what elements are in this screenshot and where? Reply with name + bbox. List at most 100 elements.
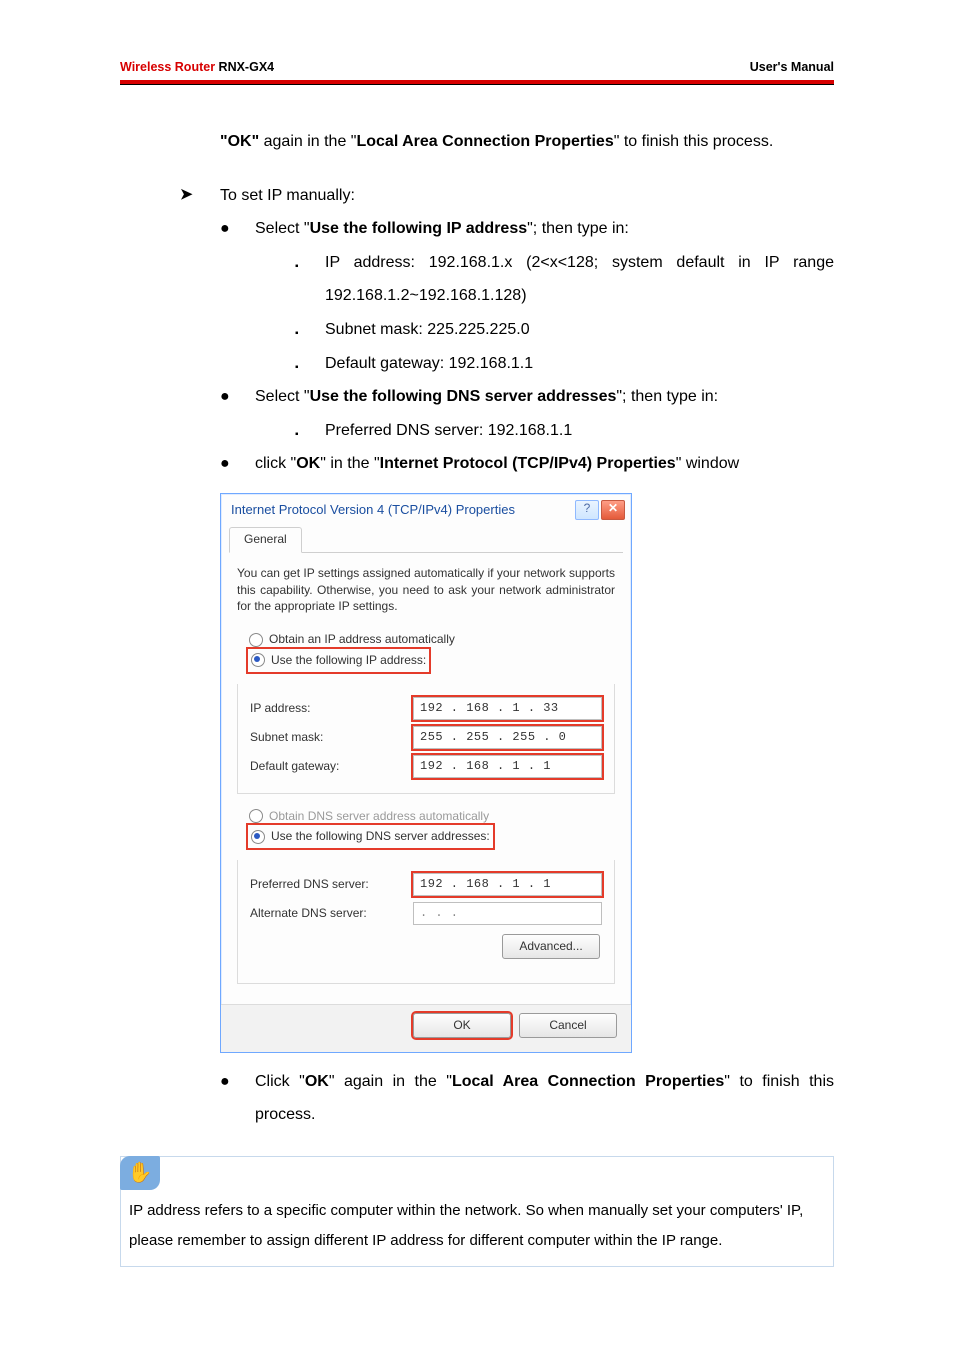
dialog-figure: Internet Protocol Version 4 (TCP/IPv4) P… bbox=[220, 493, 834, 1053]
ip-fields-group: IP address: 192 . 168 . 1 . 33 Subnet ma… bbox=[237, 684, 615, 793]
bullet-body: Click "OK" again in the "Local Area Conn… bbox=[255, 1065, 834, 1132]
disc-marker: ● bbox=[220, 1065, 255, 1132]
brand-text: Wireless Router bbox=[120, 60, 215, 74]
b2-pre: Select " bbox=[255, 388, 310, 405]
input-preferred-dns[interactable]: 192 . 168 . 1 . 1 bbox=[413, 873, 602, 896]
dialog-titlebar: Internet Protocol Version 4 (TCP/IPv4) P… bbox=[221, 494, 631, 522]
manual-lead: To set IP manually: bbox=[220, 179, 355, 213]
tab-body: You can get IP settings assigned automat… bbox=[221, 553, 631, 1004]
radio-icon bbox=[249, 809, 263, 823]
row-subnet-mask: Subnet mask: 255 . 255 . 255 . 0 bbox=[250, 723, 602, 752]
advanced-button[interactable]: Advanced... bbox=[502, 934, 600, 959]
radio-use-following-dns[interactable]: Use the following DNS server addresses: bbox=[249, 826, 492, 847]
row-alternate-dns: Alternate DNS server: . . . bbox=[250, 899, 602, 928]
square-marker: ▪ bbox=[295, 347, 325, 381]
help-button[interactable]: ? bbox=[575, 500, 599, 520]
intro-mid: again in the " bbox=[259, 133, 356, 150]
sub-default-gateway: ▪ Default gateway: 192.168.1.1 bbox=[295, 347, 834, 381]
row-preferred-dns: Preferred DNS server: 192 . 168 . 1 . 1 bbox=[250, 870, 602, 899]
disc-marker: ● bbox=[220, 212, 255, 246]
sub-body: Subnet mask: 225.225.225.0 bbox=[325, 313, 834, 347]
radio-label: Use the following IP address: bbox=[271, 652, 426, 669]
dialog-description: You can get IP settings assigned automat… bbox=[237, 565, 615, 615]
label-alternate-dns: Alternate DNS server: bbox=[250, 905, 367, 922]
radio-icon bbox=[251, 653, 265, 667]
sub-body: IP address: 192.168.1.x (2<x<128; system… bbox=[325, 246, 834, 313]
arrow-marker: ➤ bbox=[180, 179, 220, 213]
square-marker: ▪ bbox=[295, 246, 325, 313]
b2-bold: Use the following DNS server addresses bbox=[310, 388, 617, 405]
radio-label: Obtain an IP address automatically bbox=[269, 631, 455, 648]
hand-icon: ✋ bbox=[120, 1156, 160, 1190]
radio-icon bbox=[249, 633, 263, 647]
note-box: ✋ IP address refers to a specific comput… bbox=[120, 1156, 834, 1267]
content: "OK" again in the "Local Area Connection… bbox=[0, 85, 954, 1132]
radio-label: Use the following DNS server addresses: bbox=[271, 828, 490, 845]
b1-pre: Select " bbox=[255, 220, 310, 237]
radio-label: Obtain DNS server address automatically bbox=[269, 808, 489, 825]
disc-marker: ● bbox=[220, 447, 255, 481]
input-alternate-dns[interactable]: . . . bbox=[413, 902, 602, 925]
input-default-gateway[interactable]: 192 . 168 . 1 . 1 bbox=[413, 755, 602, 778]
bullet-click-ok-lac: ● Click "OK" again in the "Local Area Co… bbox=[220, 1065, 834, 1132]
intro-end: " to finish this process. bbox=[614, 133, 774, 150]
sub-body: Preferred DNS server: 192.168.1.1 bbox=[325, 414, 834, 448]
b3-mid: " in the " bbox=[320, 455, 379, 472]
manual-lead-row: ➤ To set IP manually: bbox=[180, 179, 834, 213]
b1-bold: Use the following IP address bbox=[310, 220, 528, 237]
bullet-use-dns: ● Select "Use the following DNS server a… bbox=[220, 380, 834, 414]
cancel-button[interactable]: Cancel bbox=[519, 1013, 617, 1038]
b4-ok: OK bbox=[305, 1073, 329, 1090]
sub-preferred-dns: ▪ Preferred DNS server: 192.168.1.1 bbox=[295, 414, 834, 448]
square-marker: ▪ bbox=[295, 313, 325, 347]
intro-ok: "OK" bbox=[220, 133, 259, 150]
b3-pre: click " bbox=[255, 455, 296, 472]
page: Wireless Router RNX-GX4 User's Manual "O… bbox=[0, 0, 954, 1327]
bullet-click-ok-ipv4: ● click "OK" in the "Internet Protocol (… bbox=[220, 447, 834, 481]
ip-mode-group: Obtain an IP address automatically Use t… bbox=[237, 629, 615, 672]
close-button[interactable]: ✕ bbox=[601, 500, 625, 520]
disc-marker: ● bbox=[220, 380, 255, 414]
dialog-button-row: OK Cancel bbox=[221, 1004, 631, 1052]
advanced-row: Advanced... bbox=[250, 928, 602, 971]
ok-button[interactable]: OK bbox=[413, 1013, 511, 1038]
row-default-gateway: Default gateway: 192 . 168 . 1 . 1 bbox=[250, 752, 602, 781]
bullet-body: click "OK" in the "Internet Protocol (TC… bbox=[255, 447, 834, 481]
tcpip-properties-dialog: Internet Protocol Version 4 (TCP/IPv4) P… bbox=[220, 493, 632, 1053]
input-ip-address[interactable]: 192 . 168 . 1 . 33 bbox=[413, 697, 602, 720]
square-marker: ▪ bbox=[295, 414, 325, 448]
radio-icon bbox=[251, 830, 265, 844]
bullet-body: Select "Use the following IP address"; t… bbox=[255, 212, 834, 246]
model-text: RNX-GX4 bbox=[215, 60, 274, 74]
radio-use-following-ip[interactable]: Use the following IP address: bbox=[249, 650, 428, 671]
b4-pre: Click " bbox=[255, 1073, 305, 1090]
sub-body: Default gateway: 192.168.1.1 bbox=[325, 347, 834, 381]
b3-post: " window bbox=[676, 455, 739, 472]
label-preferred-dns: Preferred DNS server: bbox=[250, 876, 369, 893]
b1-post: "; then type in: bbox=[527, 220, 629, 237]
sub-ip-address: ▪ IP address: 192.168.1.x (2<x<128; syst… bbox=[295, 246, 834, 313]
intro-bold: Local Area Connection Properties bbox=[356, 133, 613, 150]
window-buttons: ? ✕ bbox=[575, 500, 625, 520]
b3-bold: Internet Protocol (TCP/IPv4) Properties bbox=[380, 455, 676, 472]
radio-obtain-dns-auto: Obtain DNS server address automatically bbox=[249, 806, 603, 827]
b3-ok: OK bbox=[296, 455, 320, 472]
row-ip-address: IP address: 192 . 168 . 1 . 33 bbox=[250, 694, 602, 723]
dns-mode-group: Obtain DNS server address automatically … bbox=[237, 806, 615, 849]
label-default-gateway: Default gateway: bbox=[250, 758, 339, 775]
note-text: IP address refers to a specific computer… bbox=[121, 1190, 833, 1266]
label-ip-address: IP address: bbox=[250, 700, 310, 717]
radio-obtain-ip-auto[interactable]: Obtain an IP address automatically bbox=[249, 629, 603, 650]
input-subnet-mask[interactable]: 255 . 255 . 255 . 0 bbox=[413, 726, 602, 749]
b4-mid: " again in the " bbox=[329, 1073, 452, 1090]
bullet-body: Select "Use the following DNS server add… bbox=[255, 380, 834, 414]
header-left: Wireless Router RNX-GX4 bbox=[120, 60, 274, 74]
dialog-title: Internet Protocol Version 4 (TCP/IPv4) P… bbox=[231, 501, 515, 519]
sub-subnet-mask: ▪ Subnet mask: 225.225.225.0 bbox=[295, 313, 834, 347]
label-subnet-mask: Subnet mask: bbox=[250, 729, 323, 746]
b2-post: "; then type in: bbox=[616, 388, 718, 405]
tab-general[interactable]: General bbox=[229, 527, 302, 553]
dns-fields-group: Preferred DNS server: 192 . 168 . 1 . 1 … bbox=[237, 860, 615, 983]
page-header: Wireless Router RNX-GX4 User's Manual bbox=[0, 60, 954, 74]
bullet-use-ip: ● Select "Use the following IP address";… bbox=[220, 212, 834, 246]
